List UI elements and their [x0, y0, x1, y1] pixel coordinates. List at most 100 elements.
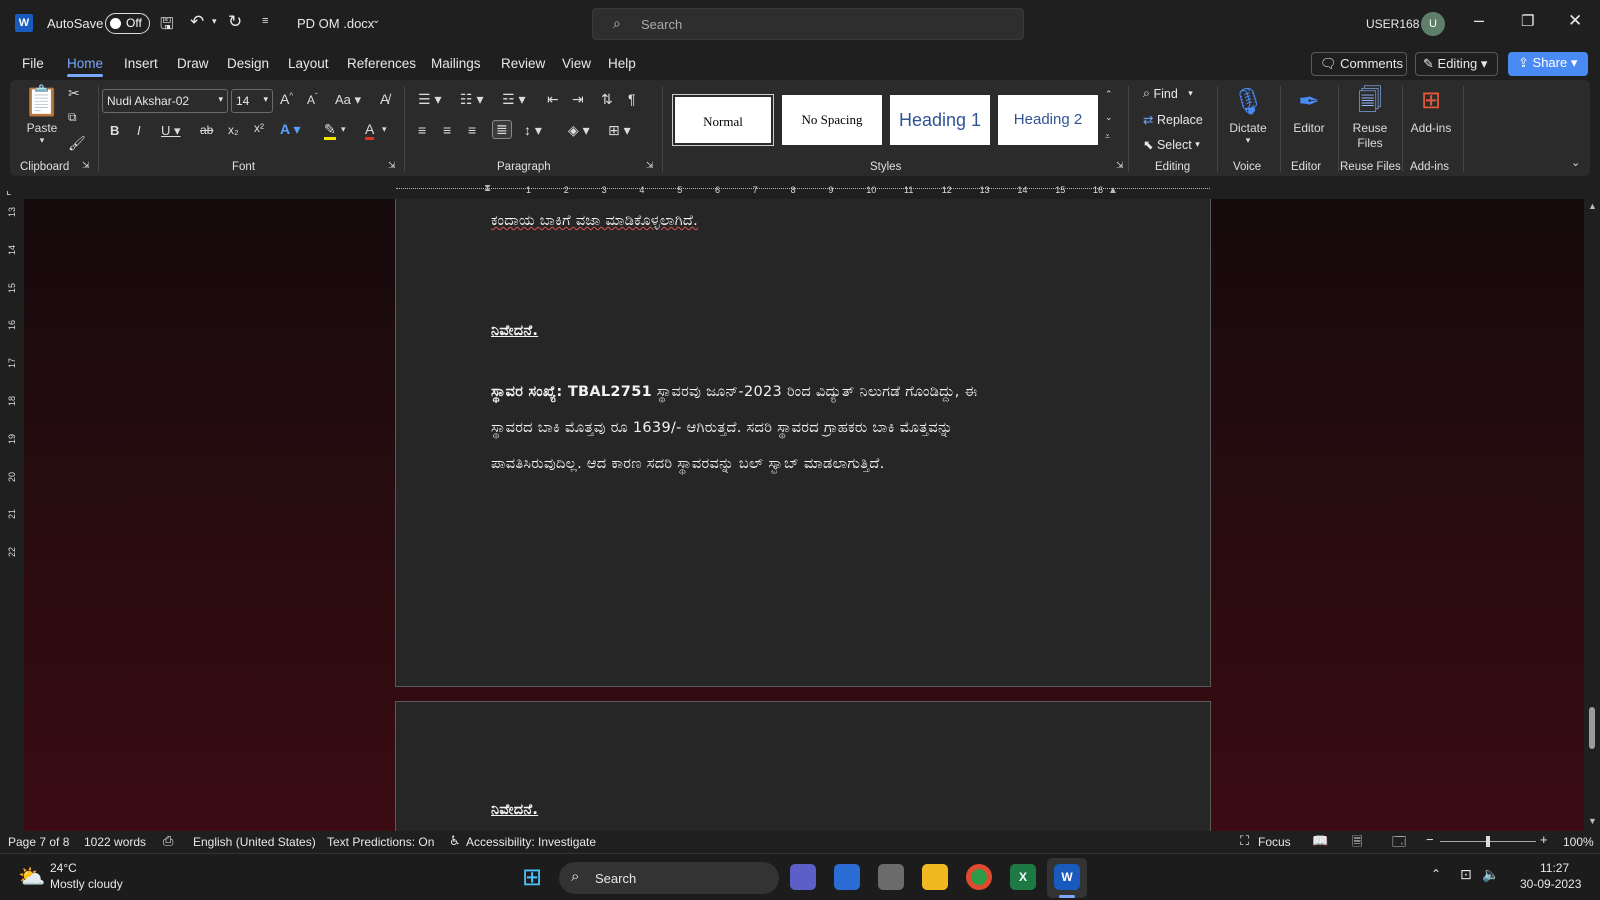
store-icon[interactable]	[834, 864, 860, 890]
restore-icon[interactable]: ❐	[1521, 12, 1534, 30]
word-count[interactable]: 1022 words	[84, 835, 146, 849]
font-color-dropdown-icon[interactable]: ▾	[382, 124, 387, 135]
calculator-icon[interactable]	[878, 864, 904, 890]
editor-button[interactable]: ✒ Editor	[1286, 85, 1332, 135]
align-center-icon[interactable]: ≡	[443, 122, 451, 138]
cut-icon[interactable]: ✂	[68, 85, 80, 102]
horizontal-ruler[interactable]: ⌞ 1 2 3 4 5 6 7 8 9 10 11 12 13 14 15 16 ⧗ ▲	[0, 183, 1600, 199]
paragraph-line[interactable]: ಪಾವತಿಸಿರುವುದಿಲ್ಲ. ಆದ ಕಾರಣ ಸದರಿ ಸ್ಥಾವರವನ್…	[491, 446, 885, 482]
page-indicator[interactable]: Page 7 of 8	[8, 835, 69, 849]
tab-design[interactable]: Design	[227, 56, 269, 71]
zoom-level[interactable]: 100%	[1563, 835, 1594, 849]
tab-insert[interactable]: Insert	[124, 56, 158, 71]
title-chevron-icon[interactable]: ⌄	[372, 15, 380, 26]
strikethrough-icon[interactable]: ab	[200, 123, 213, 137]
replace-button[interactable]: ⇄ Replace	[1143, 112, 1203, 128]
share-button[interactable]: ⇪ Share ▾	[1508, 52, 1588, 76]
find-button[interactable]: ⌕ Find ▾	[1143, 86, 1193, 101]
shrink-font-icon[interactable]: Aˇ	[307, 92, 318, 107]
save-icon[interactable]: 🖫	[160, 13, 174, 40]
reuse-files-button[interactable]: 🗐 Reuse Files	[1343, 85, 1397, 151]
teams-icon[interactable]	[790, 864, 816, 890]
tab-home[interactable]: Home	[67, 56, 104, 77]
style-heading-2[interactable]: Heading 2	[998, 95, 1098, 145]
windows-start-icon[interactable]: ⊞	[522, 863, 542, 892]
redo-icon[interactable]: ↻	[228, 12, 242, 32]
clear-formatting-icon[interactable]: A̸	[380, 91, 389, 107]
paragraph-line[interactable]: ಕಂದಾಯ ಬಾಕಿಗೆ ವಜಾ ಮಾಡಿಕೊಳ್ಳಲಾಗಿದೆ.	[491, 203, 698, 239]
tab-file[interactable]: File	[22, 56, 44, 71]
show-formatting-icon[interactable]: ¶	[628, 91, 636, 107]
font-size-select[interactable]: 14 ▾	[231, 89, 273, 113]
file-explorer-icon[interactable]	[922, 864, 948, 890]
font-name-select[interactable]: Nudi Akshar-02 ▾	[102, 89, 228, 113]
styles-launcher-icon[interactable]: ⇲	[1116, 160, 1124, 171]
volume-icon[interactable]: 🔈	[1482, 866, 1499, 883]
close-icon[interactable]: ✕	[1568, 11, 1582, 31]
avatar[interactable]: U	[1421, 12, 1445, 36]
word-icon[interactable]: W	[1054, 864, 1080, 890]
tab-help[interactable]: Help	[608, 56, 636, 71]
accessibility-status[interactable]: Accessibility: Investigate	[466, 835, 596, 849]
focus-button[interactable]: Focus	[1258, 835, 1291, 849]
clipboard-launcher-icon[interactable]: ⇲	[82, 160, 90, 171]
bold-icon[interactable]: B	[110, 123, 119, 138]
clock-time[interactable]: 11:27	[1540, 861, 1569, 875]
tab-mailings[interactable]: Mailings	[431, 56, 481, 71]
subscript-icon[interactable]: x₂	[228, 123, 239, 137]
document-page-7[interactable]: ಕಂದಾಯ ಬಾಕಿಗೆ ವಜಾ ಮಾಡಿಕೊಳ್ಳಲಾಗಿದೆ. ನಿವೇದನ…	[395, 199, 1211, 687]
text-effects-icon[interactable]: A ▾	[280, 121, 301, 138]
heading-nivedane[interactable]: ನಿವೇದನೆ.	[491, 792, 538, 828]
chrome-icon[interactable]	[966, 864, 992, 890]
superscript-icon[interactable]: x²	[254, 121, 264, 135]
style-normal[interactable]: Normal	[672, 94, 774, 146]
font-color-icon[interactable]: A	[365, 121, 375, 140]
comments-button[interactable]: 🗨 Comments	[1311, 52, 1407, 76]
document-page-8[interactable]: ನಿವೇದನೆ.	[395, 701, 1211, 831]
borders-icon[interactable]: ⊞ ▾	[608, 122, 631, 139]
zoom-slider-thumb[interactable]	[1486, 836, 1490, 847]
excel-icon[interactable]: X	[1010, 864, 1036, 890]
numbering-icon[interactable]: ☷ ▾	[460, 91, 483, 108]
select-button[interactable]: ⬉ Select ▾	[1143, 137, 1200, 153]
weather-temp[interactable]: 24°C	[50, 861, 77, 875]
multilevel-list-icon[interactable]: ☲ ▾	[502, 91, 525, 108]
add-ins-button[interactable]: ⊞ Add-ins	[1406, 85, 1456, 135]
style-no-spacing[interactable]: No Spacing	[782, 95, 882, 145]
format-painter-icon[interactable]: 🖌	[68, 135, 86, 152]
undo-dropdown-icon[interactable]: ▾	[212, 16, 217, 27]
taskbar-search[interactable]: ⌕ Search	[559, 862, 779, 894]
language-indicator[interactable]: English (United States)	[193, 835, 316, 849]
styles-more-icon[interactable]: ⩡	[1105, 131, 1110, 142]
tab-references[interactable]: References	[347, 56, 416, 71]
paragraph-launcher-icon[interactable]: ⇲	[646, 160, 654, 171]
tab-view[interactable]: View	[562, 56, 591, 71]
chevron-up-icon[interactable]: ⌃	[1431, 867, 1441, 881]
change-case-icon[interactable]: Aa ▾	[335, 92, 361, 108]
vertical-scrollbar[interactable]: ▲ ▼	[1584, 199, 1600, 831]
italic-icon[interactable]: I	[137, 123, 141, 138]
scroll-up-icon[interactable]: ▲	[1588, 201, 1597, 211]
justify-icon[interactable]: ≣	[492, 120, 512, 139]
heading-nivedane[interactable]: ನಿವೇದನೆ.	[491, 313, 538, 349]
increase-indent-icon[interactable]: ⇥	[572, 91, 584, 108]
network-icon[interactable]: ⊡	[1460, 866, 1472, 883]
zoom-in-icon[interactable]: +	[1540, 832, 1548, 847]
grow-font-icon[interactable]: A^	[280, 91, 293, 107]
weather-cloud-icon[interactable]: ⛅	[18, 864, 45, 890]
paragraph-line[interactable]: ಸ್ಥಾವರ ಸಂಖ್ಯೆ: TBAL2751 ಸ್ಥಾವರವು ಜೂನ್-20…	[491, 374, 1131, 410]
styles-scroll-down-icon[interactable]: ⌄	[1105, 112, 1113, 123]
zoom-out-icon[interactable]: −	[1426, 832, 1434, 847]
web-layout-icon[interactable]: 🗔	[1392, 833, 1406, 855]
highlight-icon[interactable]: ✎	[324, 121, 336, 140]
read-mode-icon[interactable]: 📖	[1312, 833, 1328, 849]
search-box[interactable]: ⌕ Search	[592, 8, 1024, 40]
copy-icon[interactable]: ⧉	[68, 110, 77, 125]
sort-icon[interactable]: ⇅	[601, 91, 613, 108]
weather-desc[interactable]: Mostly cloudy	[50, 877, 123, 891]
indent-marker-icon[interactable]: ⧗	[484, 183, 491, 194]
align-left-icon[interactable]: ≡	[418, 122, 426, 138]
minimize-icon[interactable]: –	[1474, 10, 1484, 31]
tab-draw[interactable]: Draw	[177, 56, 209, 71]
proofing-icon[interactable]: ⎙	[163, 833, 173, 849]
